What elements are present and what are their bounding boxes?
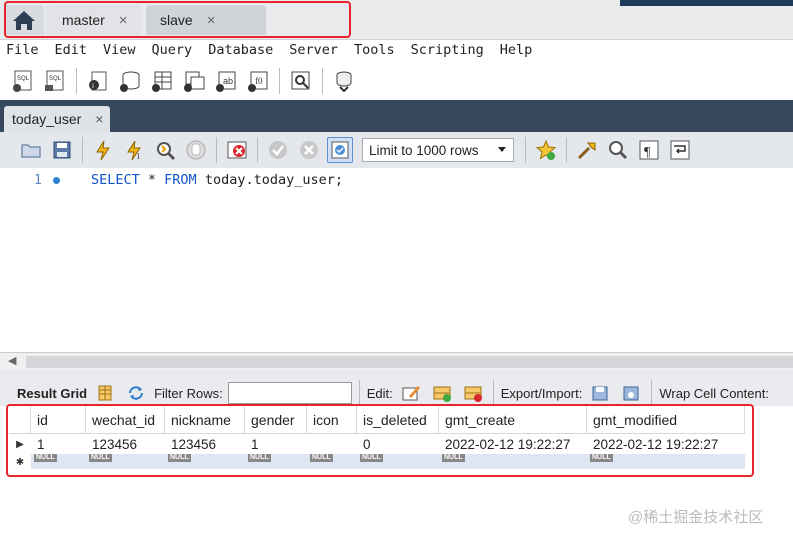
open-folder-icon[interactable] xyxy=(18,137,44,163)
svg-text:i: i xyxy=(92,82,94,90)
highlight-box-tabs xyxy=(4,1,351,38)
search-table-data-icon[interactable] xyxy=(288,68,314,94)
commit-icon[interactable] xyxy=(265,137,291,163)
editor-tab-today-user[interactable]: today_user × xyxy=(4,106,110,132)
toolbar-separator xyxy=(492,380,494,406)
svg-text:SQL: SQL xyxy=(49,76,62,82)
toolbar-separator xyxy=(279,68,280,94)
sql-keyword-select: SELECT xyxy=(91,172,140,188)
edit-current-row-icon[interactable] xyxy=(398,380,424,406)
sql-editor-toolbar: I Limit to 1000 rows ¶ xyxy=(0,132,793,168)
editor-tab-label: today_user xyxy=(12,111,82,127)
execute-current-icon[interactable]: I xyxy=(121,137,147,163)
menu-server[interactable]: Server xyxy=(289,42,338,58)
create-table-icon[interactable] xyxy=(149,68,175,94)
filter-rows-label: Filter Rows: xyxy=(154,385,223,401)
wrap-cell-label: Wrap Cell Content: xyxy=(659,385,769,401)
create-view-icon[interactable] xyxy=(181,68,207,94)
delete-row-icon[interactable] xyxy=(460,380,486,406)
invisible-chars-icon[interactable]: ¶ xyxy=(636,137,662,163)
find-replace-icon[interactable] xyxy=(605,137,631,163)
limit-rows-select[interactable]: Limit to 1000 rows xyxy=(362,138,514,162)
grid-view-icon[interactable] xyxy=(92,380,118,406)
menu-view[interactable]: View xyxy=(103,42,136,58)
import-icon[interactable] xyxy=(618,380,644,406)
toolbar-separator xyxy=(651,380,653,406)
svg-text:ab: ab xyxy=(223,76,233,86)
statement-marker-icon xyxy=(53,177,60,184)
toolbar-separator xyxy=(358,380,360,406)
toggle-stop-on-error-icon[interactable] xyxy=(224,137,250,163)
toolbar-separator xyxy=(525,137,526,163)
beautify-icon[interactable] xyxy=(574,137,600,163)
limit-rows-value: Limit to 1000 rows xyxy=(369,142,479,158)
toolbar-separator xyxy=(76,68,77,94)
rollback-icon[interactable] xyxy=(296,137,322,163)
stop-icon[interactable] xyxy=(183,137,209,163)
autocommit-toggle-icon[interactable] xyxy=(327,137,353,163)
create-function-icon[interactable]: f0 xyxy=(245,68,271,94)
sql-editor[interactable]: 1 SELECT * FROM today.today_user; xyxy=(0,168,793,352)
toolbar-separator xyxy=(257,137,258,163)
sql-keyword-from: FROM xyxy=(164,172,197,188)
watermark: @稀土掘金技术社区 xyxy=(628,509,764,526)
refresh-icon[interactable] xyxy=(123,380,149,406)
menu-scripting[interactable]: Scripting xyxy=(411,42,484,58)
menu-tools[interactable]: Tools xyxy=(354,42,395,58)
export-import-label: Export/Import: xyxy=(500,385,583,401)
toolbar-separator xyxy=(216,137,217,163)
menu-file[interactable]: File xyxy=(6,42,39,58)
toolbar-separator xyxy=(322,68,323,94)
execute-icon[interactable] xyxy=(90,137,116,163)
new-sql-tab-icon[interactable]: SQL xyxy=(10,68,36,94)
toolbar-separator xyxy=(566,137,567,163)
sql-star: * xyxy=(139,172,165,188)
menu-help[interactable]: Help xyxy=(500,42,533,58)
toolbar-separator xyxy=(82,137,83,163)
main-toolbar: SQL SQL i ab f0 xyxy=(0,62,793,100)
add-snippet-star-icon[interactable] xyxy=(533,137,559,163)
svg-text:f0: f0 xyxy=(255,76,263,86)
line-number: 1 xyxy=(34,173,42,188)
menu-query[interactable]: Query xyxy=(152,42,193,58)
sql-query-text[interactable]: SELECT * FROM today.today_user; xyxy=(91,172,343,188)
save-icon[interactable] xyxy=(49,137,75,163)
insert-row-icon[interactable] xyxy=(429,380,455,406)
create-procedure-icon[interactable]: ab xyxy=(213,68,239,94)
word-wrap-icon[interactable] xyxy=(667,137,693,163)
highlight-box-grid xyxy=(6,404,754,477)
scrollbar-thumb[interactable] xyxy=(26,356,793,368)
edit-label: Edit: xyxy=(366,385,393,401)
close-icon[interactable]: × xyxy=(95,111,103,127)
explain-icon[interactable] xyxy=(152,137,178,163)
sql-table-name: today.today_user; xyxy=(196,172,343,188)
editor-horizontal-scrollbar[interactable]: ◀ xyxy=(0,352,793,370)
result-toolbar: Result Grid Filter Rows: Edit: Export/Im… xyxy=(0,380,793,406)
menu-bar: File Edit View Query Database Server Too… xyxy=(0,40,793,60)
splitter[interactable] xyxy=(0,370,793,380)
result-grid-label[interactable]: Result Grid xyxy=(17,386,87,401)
chevron-down-icon xyxy=(498,147,506,152)
filter-rows-input[interactable] xyxy=(227,382,352,404)
svg-text:SQL: SQL xyxy=(17,76,30,82)
svg-text:I: I xyxy=(137,152,140,161)
export-icon[interactable] xyxy=(587,380,613,406)
create-schema-icon[interactable] xyxy=(117,68,143,94)
inspector-icon[interactable]: i xyxy=(85,68,111,94)
svg-text:¶: ¶ xyxy=(644,145,651,160)
window-accent-strip xyxy=(620,0,793,6)
menu-edit[interactable]: Edit xyxy=(55,42,88,58)
open-sql-file-icon[interactable]: SQL xyxy=(42,68,68,94)
reconnect-icon[interactable] xyxy=(331,68,357,94)
editor-tab-bar: today_user × xyxy=(0,100,793,132)
scroll-left-icon[interactable]: ◀ xyxy=(8,354,16,367)
menu-database[interactable]: Database xyxy=(208,42,273,58)
